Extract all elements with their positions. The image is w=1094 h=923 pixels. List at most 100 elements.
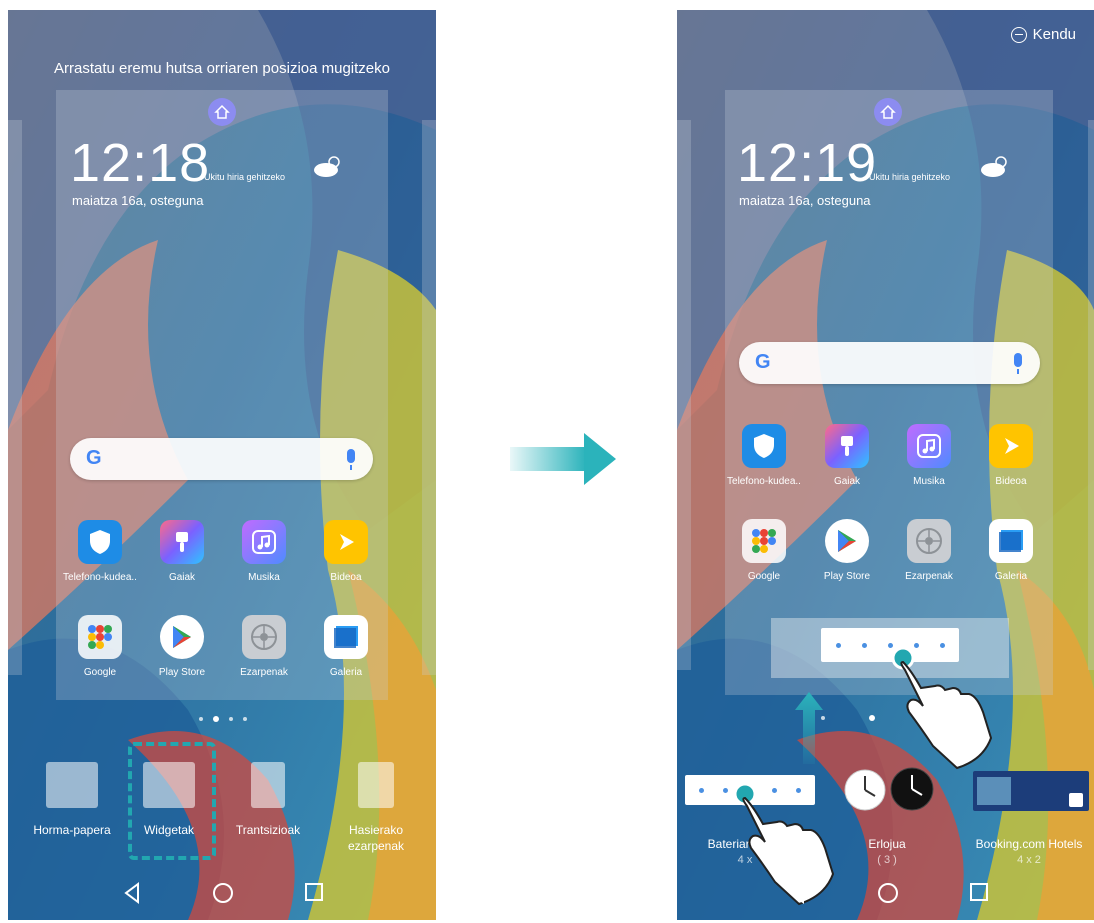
next-page-preview[interactable] — [422, 120, 436, 675]
prev-page-preview[interactable] — [677, 120, 691, 670]
analog-clock-light-icon[interactable] — [843, 768, 887, 812]
home-settings-icon — [358, 762, 394, 808]
play-icon — [324, 520, 368, 564]
play-store-icon — [825, 519, 869, 563]
option-home-settings[interactable]: Hasierako ezarpenak — [328, 762, 424, 854]
google-folder-icon — [78, 615, 122, 659]
app-label: Bideoa — [995, 476, 1027, 487]
app-label: Play Store — [158, 667, 206, 678]
widget-name: Erlojua — [868, 837, 906, 851]
app-label: Galeria — [994, 571, 1028, 582]
back-icon[interactable] — [122, 882, 142, 904]
option-label: Horma-papera — [33, 823, 111, 837]
app-play-store[interactable]: Play Store — [806, 519, 888, 582]
app-label: Ezarpenak — [905, 571, 953, 582]
date-text: maiatza 16a, osteguna — [72, 193, 204, 208]
widget-clock-caption: Erlojua ( 3 ) — [847, 836, 927, 868]
navigation-bar — [677, 882, 1094, 906]
app-music[interactable]: Musika — [223, 520, 305, 583]
app-gallery[interactable]: Galeria — [305, 615, 387, 678]
booking-widget-preview[interactable] — [973, 771, 1089, 811]
home-circle-icon[interactable] — [877, 882, 899, 904]
google-search-bar[interactable]: G — [739, 342, 1040, 384]
gallery-icon — [989, 519, 1033, 563]
shield-icon — [78, 520, 122, 564]
home-page-icon[interactable] — [208, 98, 236, 126]
app-label: Gaiak — [833, 476, 861, 487]
prev-page-preview[interactable] — [8, 120, 22, 675]
app-label: Musika — [913, 476, 945, 487]
app-video[interactable]: Bideoa — [305, 520, 387, 583]
themes-brush-icon — [825, 424, 869, 468]
drag-hint-text: Arrastatu eremu hutsa orriaren posizioa … — [54, 60, 390, 77]
google-folder-icon — [742, 519, 786, 563]
app-settings[interactable]: Ezarpenak — [888, 519, 970, 582]
remove-button[interactable]: Kendu — [1010, 26, 1076, 43]
app-themes[interactable]: Gaiak — [806, 424, 888, 487]
app-label: Galeria — [329, 667, 363, 678]
play-store-icon — [160, 615, 204, 659]
mic-icon[interactable] — [347, 449, 355, 470]
widgets-highlight-frame — [128, 742, 216, 860]
home-circle-icon[interactable] — [212, 882, 234, 904]
app-video[interactable]: Bideoa — [970, 424, 1052, 487]
app-gallery[interactable]: Galeria — [970, 519, 1052, 582]
date-text: maiatza 16a, osteguna — [739, 193, 871, 208]
drag-up-arrow — [795, 692, 823, 764]
city-hint[interactable]: Ukitu hiria gehitzeko — [204, 172, 285, 182]
app-label: Gaiak — [168, 572, 196, 583]
analog-clock-dark-icon[interactable] — [889, 766, 935, 812]
transition-arrow — [510, 433, 616, 485]
app-themes[interactable]: Gaiak — [141, 520, 223, 583]
option-wallpaper[interactable]: Horma-papera — [24, 762, 120, 838]
mic-icon[interactable] — [1014, 353, 1022, 374]
back-icon[interactable] — [787, 882, 807, 904]
weather-cloud-icon[interactable] — [310, 154, 346, 178]
app-label: Play Store — [823, 571, 871, 582]
page-indicator — [199, 716, 247, 722]
app-google-folder[interactable]: Google — [59, 615, 141, 678]
music-note-icon — [242, 520, 286, 564]
app-label: Google — [83, 667, 117, 678]
app-settings[interactable]: Ezarpenak — [223, 615, 305, 678]
page-indicator — [821, 715, 875, 721]
widget-size: 4 x 2 — [1017, 854, 1041, 866]
play-icon — [989, 424, 1033, 468]
app-label: Google — [747, 571, 781, 582]
option-transitions[interactable]: Trantsizioak — [220, 762, 316, 838]
widget-name: Booking.com Hotels — [975, 837, 1083, 851]
weather-cloud-icon[interactable] — [977, 154, 1013, 178]
app-phone-manager[interactable]: Telefono-kudea.. — [723, 424, 805, 487]
navigation-bar — [8, 882, 436, 906]
themes-brush-icon — [160, 520, 204, 564]
phone-screen-left: Arrastatu eremu hutsa orriaren posizioa … — [8, 10, 436, 920]
app-label: Telefono-kudea.. — [63, 572, 137, 583]
transitions-icon — [251, 762, 285, 808]
wallpaper-icon — [46, 762, 98, 808]
home-page-icon[interactable] — [874, 98, 902, 126]
gallery-icon — [324, 615, 368, 659]
recents-square-icon[interactable] — [304, 882, 324, 902]
gear-icon — [242, 615, 286, 659]
hand-pointer-icon — [891, 646, 993, 770]
remove-label: Kendu — [1032, 26, 1076, 43]
app-label: Musika — [248, 572, 280, 583]
google-g-icon: G — [755, 351, 771, 373]
app-music[interactable]: Musika — [888, 424, 970, 487]
widget-booking-caption: Booking.com Hotels 4 x 2 — [967, 836, 1091, 868]
recents-square-icon[interactable] — [969, 882, 989, 902]
app-label: Ezarpenak — [240, 667, 288, 678]
google-search-bar[interactable]: G — [70, 438, 373, 480]
shield-icon — [742, 424, 786, 468]
next-page-preview[interactable] — [1088, 120, 1094, 670]
clock-time[interactable]: 12:18 — [70, 132, 210, 194]
phone-screen-right: Kendu 12:19 Ukitu hiria gehitzeko maiatz… — [677, 10, 1094, 920]
clock-time[interactable]: 12:19 — [737, 132, 877, 194]
app-phone-manager[interactable]: Telefono-kudea.. — [59, 520, 141, 583]
app-play-store[interactable]: Play Store — [141, 615, 223, 678]
widget-size: ( 3 ) — [877, 854, 897, 866]
city-hint[interactable]: Ukitu hiria gehitzeko — [869, 172, 950, 182]
app-label: Bideoa — [330, 572, 362, 583]
option-label: Hasierako ezarpenak — [347, 823, 405, 853]
app-google-folder[interactable]: Google — [723, 519, 805, 582]
